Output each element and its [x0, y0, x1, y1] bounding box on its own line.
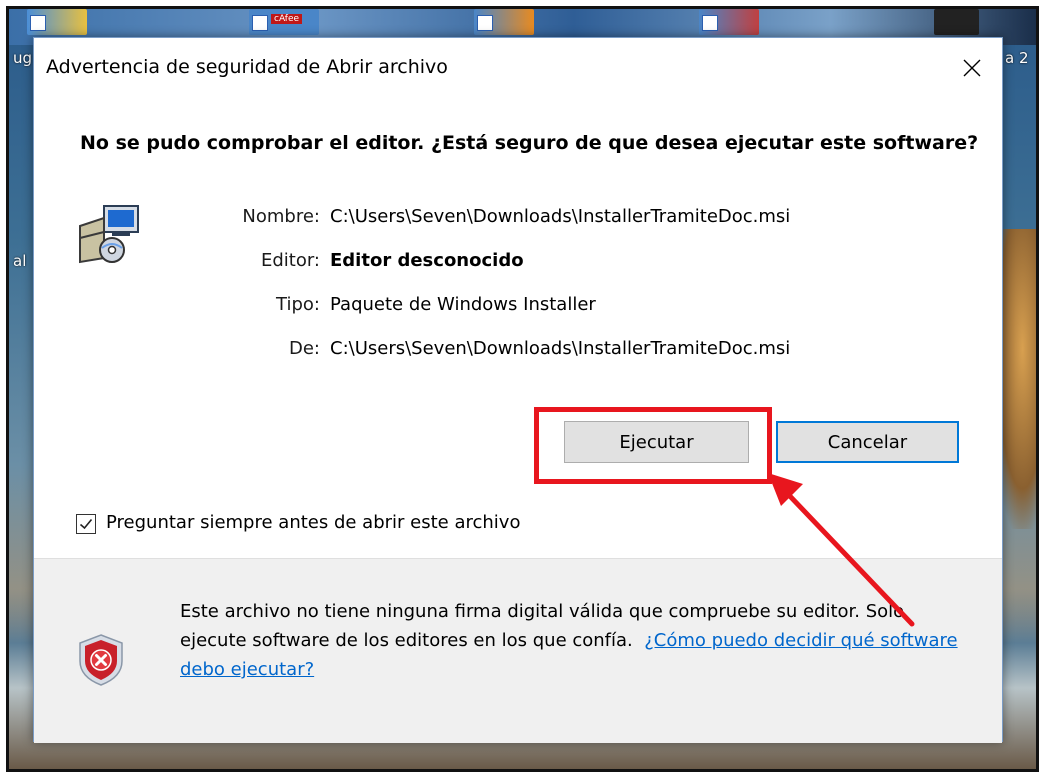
run-button[interactable]: Ejecutar — [564, 421, 749, 463]
property-label: Tipo: — [276, 294, 320, 315]
property-from: De: C:\Users\Seven\Downloads\InstallerTr… — [154, 330, 974, 374]
property-label: Nombre: — [242, 206, 320, 227]
property-label: De: — [289, 338, 320, 359]
checkmark-icon — [79, 518, 93, 530]
property-type: Tipo: Paquete de Windows Installer — [154, 286, 974, 330]
security-warning-dialog: Advertencia de seguridad de Abrir archiv… — [33, 37, 1003, 743]
desktop-icon-label: ug — [13, 49, 33, 67]
mcafee-shortcut-icon[interactable]: cAfee — [249, 9, 319, 35]
close-icon — [963, 59, 981, 77]
desktop-shortcut-icon[interactable] — [699, 9, 759, 35]
title-bar[interactable]: Advertencia de seguridad de Abrir archiv… — [34, 38, 1002, 98]
property-publisher: Editor: Editor desconocido — [154, 242, 974, 286]
desktop-icon-label: al — [13, 252, 27, 270]
cancel-button[interactable]: Cancelar — [776, 421, 959, 463]
property-value: C:\Users\Seven\Downloads\InstallerTramit… — [330, 206, 791, 227]
property-value: Editor desconocido — [330, 250, 524, 271]
file-properties: Nombre: C:\Users\Seven\Downloads\Install… — [154, 198, 974, 374]
dialog-title: Advertencia de seguridad de Abrir archiv… — [46, 56, 448, 78]
always-ask-checkbox-label: Preguntar siempre antes de abrir este ar… — [106, 512, 521, 533]
warning-footer: Este archivo no tiene ninguna firma digi… — [34, 558, 1002, 743]
property-label: Editor: — [260, 250, 320, 271]
property-value: C:\Users\Seven\Downloads\InstallerTramit… — [330, 338, 791, 359]
warning-message: Este archivo no tiene ninguna firma digi… — [180, 597, 960, 684]
close-button[interactable] — [942, 38, 1002, 98]
installer-package-icon — [79, 205, 139, 264]
shield-error-icon — [79, 634, 123, 686]
property-value: Paquete de Windows Installer — [330, 294, 596, 315]
desktop-shortcut-icon[interactable] — [934, 9, 979, 35]
desktop-shortcut-icon[interactable] — [474, 9, 534, 35]
desktop-shortcut-icon[interactable] — [27, 9, 87, 35]
desktop-icon-label: a 2 — [1005, 49, 1029, 67]
always-ask-checkbox[interactable] — [76, 514, 96, 534]
property-name: Nombre: C:\Users\Seven\Downloads\Install… — [154, 198, 974, 242]
warning-heading: No se pudo comprobar el editor. ¿Está se… — [80, 132, 979, 154]
